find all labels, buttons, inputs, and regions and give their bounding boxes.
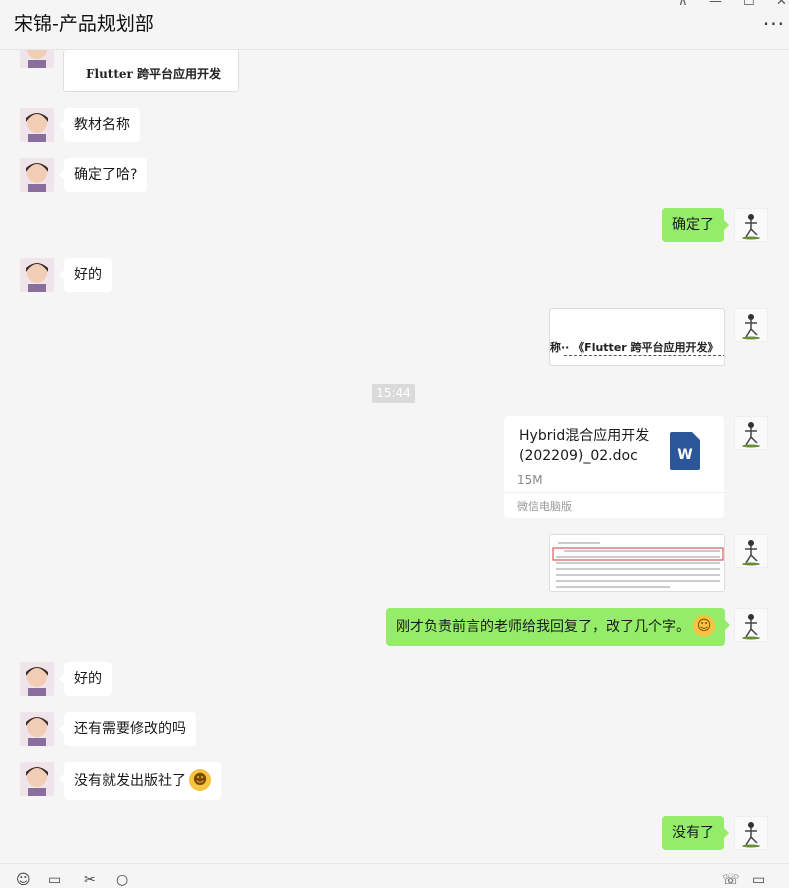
file-size: 15M — [517, 473, 543, 487]
message-bubble-received[interactable]: 没有就发出版社了 ☻ — [59, 762, 221, 800]
avatar-contact[interactable] — [20, 108, 54, 142]
avatar-contact[interactable] — [20, 712, 54, 746]
message-bubble-received[interactable]: 还有需要修改的吗 — [59, 712, 196, 746]
folder-icon[interactable]: ▭ — [48, 872, 61, 888]
avatar-contact[interactable] — [20, 158, 54, 192]
image-message[interactable] — [549, 534, 725, 592]
laugh-cry-emoji-icon: ☺ — [693, 615, 715, 637]
message-bubble-received[interactable]: 好的 — [59, 258, 112, 292]
image-message[interactable]: 称·· 《Flutter 跨平台应用开发》 — [549, 308, 725, 366]
title-bar: 宋锦-产品规划部 ⊼ — ☐ ✕ ··· — [0, 0, 789, 50]
file-message[interactable]: Hybrid混合应用开发(202209)_02.doc W 15M 微信电脑版 — [504, 416, 724, 518]
grin-emoji-icon: ☻ — [189, 769, 211, 791]
avatar-contact[interactable] — [20, 258, 54, 292]
image-text: 称·· 《Flutter 跨平台应用开发》 — [550, 341, 719, 354]
message-bubble-received[interactable]: 教材名称 — [59, 108, 140, 142]
close-button[interactable]: ✕ — [776, 0, 787, 9]
chat-history[interactable]: Flutter 跨平台应用开发 教材名称 确定了哈? 确定了 好的 称·· 《F… — [0, 50, 789, 863]
avatar-self[interactable] — [734, 308, 768, 342]
minimize-button[interactable]: — — [709, 0, 722, 9]
avatar-contact[interactable] — [20, 662, 54, 696]
maximize-button[interactable]: ☐ — [743, 0, 755, 9]
message-bubble-sent[interactable]: 确定了 — [662, 208, 729, 242]
image-text: Flutter 跨平台应用开发 — [86, 67, 222, 81]
file-name: Hybrid混合应用开发(202209)_02.doc — [519, 428, 650, 464]
phone-icon[interactable]: ☏ — [722, 872, 740, 888]
document-screenshot-image — [550, 535, 724, 591]
scissors-icon[interactable]: ✂ — [84, 872, 96, 888]
timestamp: 15:44 — [372, 384, 415, 403]
message-bubble-received[interactable]: 确定了哈? — [58, 158, 148, 192]
message-text: 没有就发出版社了 — [74, 773, 186, 789]
avatar-contact[interactable] — [20, 762, 54, 796]
message-bubble-sent[interactable]: 没有了 — [662, 816, 729, 850]
more-options-icon[interactable]: ··· — [763, 12, 785, 36]
avatar-self[interactable] — [734, 608, 768, 642]
chat-title: 宋锦-产品规划部 — [14, 13, 154, 35]
video-icon[interactable]: ▭ — [752, 872, 765, 888]
pin-icon[interactable]: ⊼ — [678, 0, 688, 9]
input-toolbar: ☺ ▭ ✂ ○ ☏ ▭ — [0, 863, 789, 888]
emoji-icon[interactable]: ☺ — [16, 872, 31, 888]
message-bubble-received[interactable]: 好的 — [59, 662, 112, 696]
avatar-self[interactable] — [734, 208, 768, 242]
chat-icon[interactable]: ○ — [116, 872, 128, 888]
message-bubble-sent[interactable]: 刚才负责前言的老师给我回复了，改了几个字。 ☺ — [386, 608, 730, 646]
avatar-contact[interactable] — [20, 50, 54, 68]
file-source: 微信电脑版 — [504, 492, 724, 519]
message-text: 刚才负责前言的老师给我回复了，改了几个字。 — [396, 619, 690, 635]
avatar-self[interactable] — [734, 534, 768, 568]
avatar-self[interactable] — [734, 416, 768, 450]
image-message[interactable]: Flutter 跨平台应用开发 — [63, 50, 239, 92]
avatar-self[interactable] — [734, 816, 768, 850]
word-document-icon: W — [670, 432, 700, 470]
